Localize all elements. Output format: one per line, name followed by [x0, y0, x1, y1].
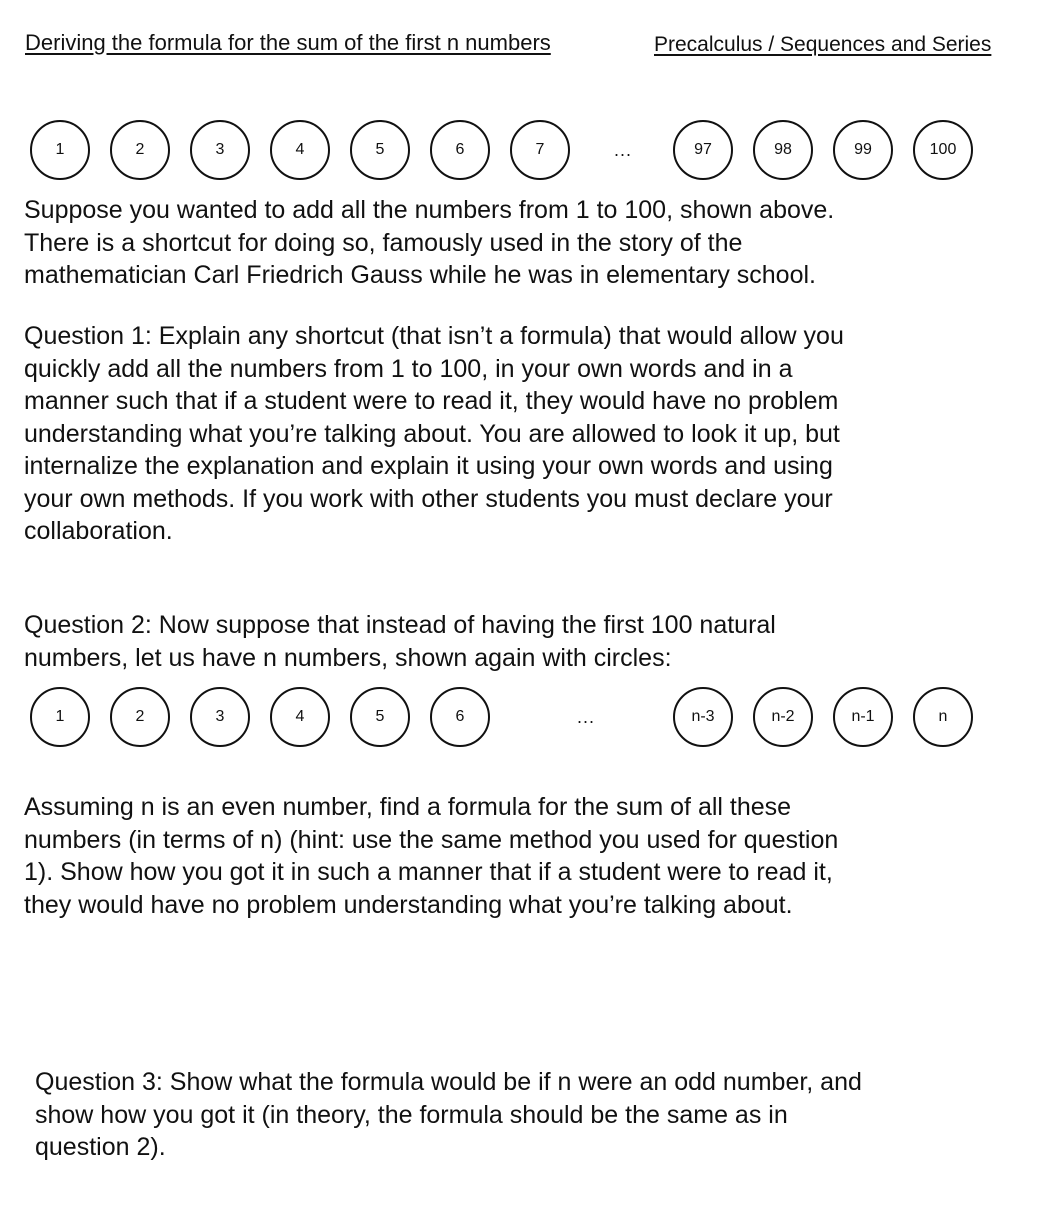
number-circle: n-2	[753, 687, 813, 747]
question-2-intro-paragraph: Question 2: Now suppose that instead of …	[24, 609, 776, 674]
question-1-paragraph: Question 1: Explain any shortcut (that i…	[24, 320, 844, 548]
number-circle: n	[913, 687, 973, 747]
number-circle: 1	[30, 687, 90, 747]
text-line: Question 3: Show what the formula would …	[35, 1068, 862, 1096]
number-circle: 2	[110, 687, 170, 747]
text-line: numbers (in terms of n) (hint: use the s…	[24, 825, 839, 854]
number-circle: 6	[430, 120, 490, 180]
number-circle: 1	[30, 120, 90, 180]
number-circle: 98	[753, 120, 813, 180]
ellipsis: ...	[576, 707, 595, 727]
text-line: Suppose you wanted to add all the number…	[24, 196, 835, 224]
ellipsis: ...	[613, 140, 632, 160]
number-circle: 4	[270, 687, 330, 747]
text-line: your own methods. If you work with other…	[24, 484, 833, 513]
intro-paragraph: Suppose you wanted to add all the number…	[24, 194, 834, 292]
text-line: question 2).	[35, 1133, 166, 1161]
number-circle: 5	[350, 120, 410, 180]
number-circle: 5	[350, 687, 410, 747]
text-line: Question 1: Explain any shortcut (that i…	[24, 322, 844, 350]
course-label: Precalculus / Sequences and Series	[654, 33, 992, 56]
number-circle: 2	[110, 120, 170, 180]
text-line: manner such that if a student were to re…	[24, 387, 839, 415]
number-circle: 99	[833, 120, 893, 180]
text-line: understanding what you’re talking about.…	[24, 419, 840, 448]
text-line: numbers, let us have n numbers, shown ag…	[24, 643, 672, 672]
text-line: Assuming n is an even number, find a for…	[24, 793, 792, 821]
worksheet-title: Deriving the formula for the sum of the …	[25, 30, 551, 55]
question-2-body-paragraph: Assuming n is an even number, find a for…	[24, 791, 838, 921]
text-line: they would have no problem understanding…	[24, 890, 793, 919]
number-circle: 3	[190, 687, 250, 747]
text-line: quickly add all the numbers from 1 to 10…	[24, 354, 793, 383]
number-circle: n-1	[833, 687, 893, 747]
text-line: Question 2: Now suppose that instead of …	[24, 611, 776, 639]
question-3-paragraph: Question 3: Show what the formula would …	[35, 1066, 862, 1164]
numbers-1-to-100-row: 1 2 3 4 5 6 7 ... 97 98 99 100	[0, 120, 1044, 186]
text-line: show how you got it (in theory, the form…	[35, 1100, 788, 1129]
number-circle: 4	[270, 120, 330, 180]
number-circle: 7	[510, 120, 570, 180]
text-line: There is a shortcut for doing so, famous…	[24, 228, 743, 257]
text-line: mathematician Carl Friedrich Gauss while…	[24, 261, 816, 289]
text-line: 1). Show how you got it in such a manner…	[24, 858, 833, 886]
number-circle: 3	[190, 120, 250, 180]
number-circle: 6	[430, 687, 490, 747]
number-circle: 97	[673, 120, 733, 180]
numbers-1-to-n-row: 1 2 3 4 5 6 ... n-3 n-2 n-1 n	[0, 687, 1044, 753]
number-circle: 100	[913, 120, 973, 180]
text-line: collaboration.	[24, 517, 173, 545]
text-line: internalize the explanation and explain …	[24, 452, 833, 480]
number-circle: n-3	[673, 687, 733, 747]
